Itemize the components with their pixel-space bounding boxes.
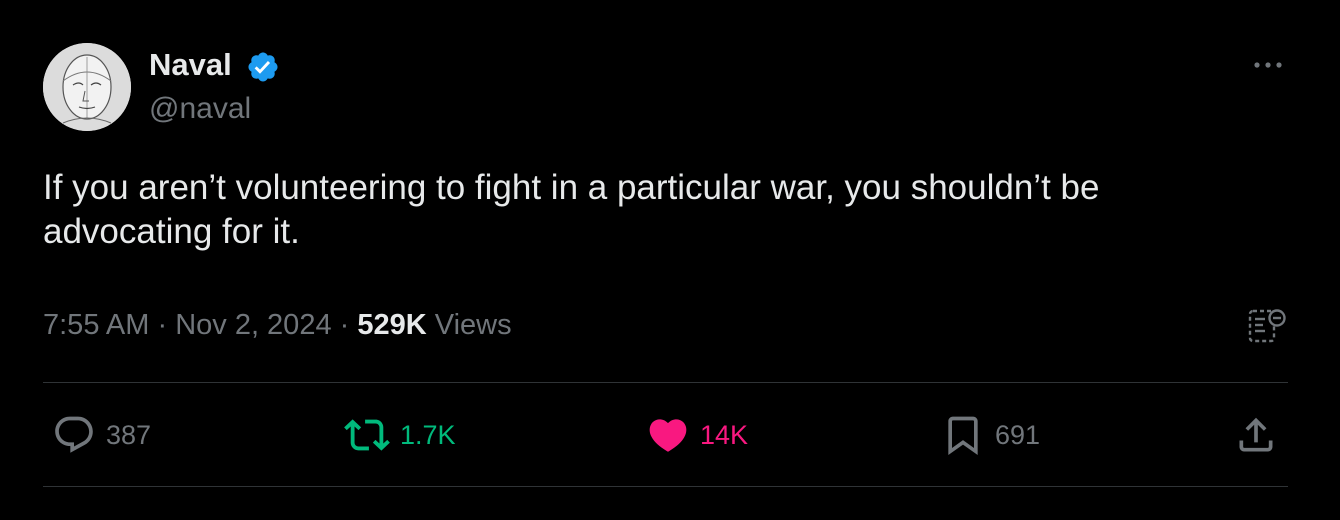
tweet-date[interactable]: Nov 2, 2024 — [175, 309, 331, 341]
grok-explain-icon[interactable] — [1246, 305, 1288, 347]
tweet-meta: 7:55 AM · Nov 2, 2024 · 529K Views — [43, 306, 512, 344]
like-count: 14K — [700, 419, 749, 450]
share-button[interactable] — [1234, 412, 1288, 458]
meta-separator: · — [331, 309, 358, 341]
tweet-time[interactable]: 7:55 AM — [43, 309, 149, 341]
author-display-name[interactable]: Naval — [149, 46, 232, 84]
author-handle[interactable]: @naval — [149, 90, 251, 128]
meta-separator: · — [149, 309, 176, 341]
tweet-text: If you aren’t volunteering to fight in a… — [43, 168, 1100, 251]
divider — [43, 486, 1288, 487]
retweet-icon — [344, 419, 390, 451]
divider — [43, 382, 1288, 383]
avatar[interactable] — [43, 43, 131, 131]
reply-button[interactable]: 387 — [52, 412, 151, 458]
bookmark-icon — [948, 416, 978, 456]
views-label: Views — [426, 309, 512, 341]
retweet-count: 1.7K — [400, 419, 456, 450]
reply-icon — [55, 416, 93, 453]
like-button[interactable]: 14K — [646, 412, 748, 458]
verified-badge-icon — [246, 50, 280, 84]
reply-count: 387 — [106, 419, 152, 450]
bookmark-count: 691 — [995, 419, 1041, 450]
views-count: 529K — [357, 309, 427, 341]
more-options-icon[interactable] — [1248, 50, 1288, 80]
share-icon — [1239, 417, 1273, 452]
retweet-button[interactable]: 1.7K — [344, 412, 456, 458]
heart-filled-icon — [649, 419, 687, 452]
bookmark-button[interactable]: 691 — [941, 412, 1040, 458]
